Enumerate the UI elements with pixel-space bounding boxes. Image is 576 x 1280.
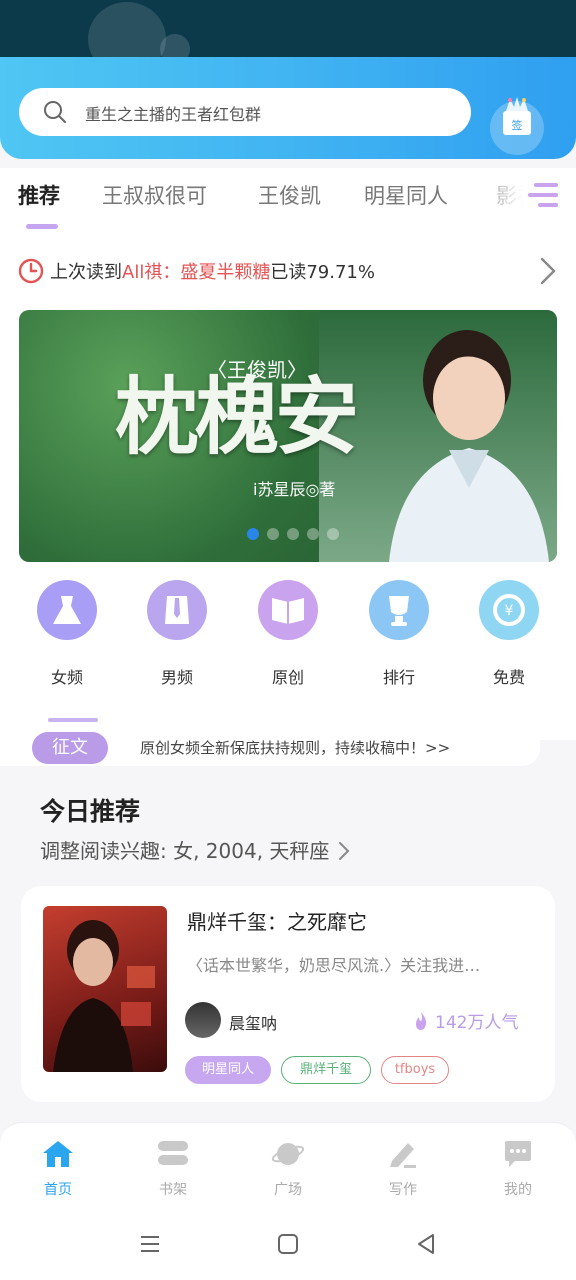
category-label: 男频 (160, 668, 193, 687)
search-placeholder: 重生之主播的王者红包群 (85, 105, 262, 124)
category-ranking[interactable]: 排行 (359, 580, 439, 688)
author-name: 晨玺呐 (229, 1014, 278, 1033)
dress-icon (37, 580, 97, 640)
sign-in-label: 签 (512, 118, 523, 132)
book-tag[interactable]: tfboys (381, 1056, 449, 1084)
book-cover (43, 906, 167, 1072)
category-label: 女频 (50, 668, 83, 687)
book-card[interactable]: 鼎烊千玺：之死靡它 〈话本世繁华，奶思尽风流.〉关注我进… 晨玺呐 142万人气… (21, 886, 555, 1102)
nav-label: 我的 (504, 1182, 532, 1198)
trophy-icon (369, 580, 429, 640)
tab-celebrity-fanfic[interactable]: 明星同人 (364, 180, 448, 210)
search-input[interactable]: 重生之主播的王者红包群 (19, 88, 471, 136)
nav-label: 广场 (274, 1182, 302, 1198)
svg-text:¥: ¥ (505, 603, 514, 619)
chevron-right-icon (540, 257, 556, 285)
carousel-dot[interactable] (267, 528, 279, 540)
announcement-badge: 征文 (32, 732, 108, 764)
section-title: 今日推荐 (40, 797, 141, 826)
category-label: 免费 (492, 668, 525, 687)
shirt-icon (147, 580, 207, 640)
category-label: 原创 (271, 668, 304, 687)
carousel-dot[interactable] (247, 528, 259, 540)
tab-recommend[interactable]: 推荐 (18, 180, 60, 210)
book-title: 鼎烊千玺：之死靡它 (187, 910, 367, 934)
avatar (185, 1002, 221, 1038)
gift-icon: 签 (503, 97, 531, 135)
announcement-bar[interactable]: 征文 原创女频全新保底扶持规则，持续收稿中！>> (0, 718, 540, 766)
clock-icon (18, 258, 44, 284)
category-free[interactable]: ¥ 免费 (469, 580, 549, 688)
nav-label: 书架 (159, 1182, 187, 1198)
popularity-count: 142万人气 (435, 1013, 519, 1033)
promo-banner[interactable]: 〈王俊凯〉 枕槐安 i苏星辰◎著 (19, 310, 557, 562)
system-nav-bar (0, 1210, 576, 1280)
banner-author: i苏星辰◎著 (253, 480, 336, 499)
search-icon (44, 101, 66, 123)
announcement-text: 原创女频全新保底扶持规则，持续收稿中！>> (140, 739, 451, 757)
nav-label: 首页 (44, 1182, 72, 1198)
nav-write[interactable]: 写作 (363, 1139, 443, 1199)
chevron-right-icon (339, 842, 350, 860)
carousel-dot[interactable] (307, 528, 319, 540)
book-tag[interactable]: 明星同人 (185, 1056, 271, 1084)
sign-in-button[interactable]: 签 (490, 97, 544, 155)
tab-fade (470, 168, 576, 238)
nav-plaza[interactable]: 广场 (248, 1139, 328, 1199)
banner-portrait (389, 330, 549, 562)
last-read-progress: 已读79.71% (270, 262, 375, 283)
tab-wang-junkai[interactable]: 王俊凯 (258, 180, 321, 210)
bookshelf-icon (158, 1141, 188, 1165)
home-icon (43, 1141, 73, 1167)
nav-bookshelf[interactable]: 书架 (133, 1139, 213, 1199)
nav-profile[interactable]: 我的 (478, 1139, 558, 1199)
category-label: 排行 (382, 668, 415, 687)
category-female[interactable]: 女频 (27, 580, 107, 688)
pencil-icon (390, 1143, 416, 1168)
active-tab-indicator (26, 224, 58, 229)
last-read-text: 上次读到All祺：盛夏半颗糖已读79.71% (50, 258, 375, 284)
planet-icon (271, 1143, 305, 1165)
banner-section: 〈王俊凯〉 枕槐安 i苏星辰◎著 (0, 302, 576, 572)
book-tag[interactable]: 鼎烊千玺 (281, 1056, 371, 1084)
reading-preference-link[interactable]: 调整阅读兴趣: 女, 2004, 天秤座 (40, 835, 351, 864)
nav-label: 写作 (389, 1182, 417, 1198)
flame-icon (416, 1012, 427, 1030)
coin-icon: ¥ (479, 580, 539, 640)
popularity: 142万人气 (413, 1008, 518, 1033)
carousel-indicator (247, 528, 339, 540)
home-button-icon[interactable] (276, 1232, 300, 1256)
last-read-bar[interactable]: 上次读到All祺：盛夏半颗糖已读79.71% (0, 238, 576, 302)
back-icon[interactable] (414, 1232, 438, 1256)
bottom-nav: 首页 书架 广场 写作 我的 (0, 1122, 576, 1210)
nav-home[interactable]: 首页 (18, 1139, 98, 1199)
status-bar (0, 0, 576, 76)
tab-uncle-wang[interactable]: 王叔叔很可 (102, 180, 207, 210)
category-tabs: 推荐 王叔叔很可 王俊凯 明星同人 影视 (0, 168, 576, 238)
book-icon (258, 580, 318, 640)
recent-apps-icon[interactable] (138, 1232, 162, 1256)
category-male[interactable]: 男频 (137, 580, 217, 688)
last-read-book: All祺：盛夏半颗糖 (122, 262, 271, 283)
chat-icon (505, 1141, 531, 1167)
last-read-prefix: 上次读到 (50, 262, 122, 283)
carousel-dot[interactable] (327, 528, 339, 540)
menu-icon[interactable] (528, 181, 560, 209)
reading-preference-text: 调整阅读兴趣: 女, 2004, 天秤座 (40, 839, 330, 863)
carousel-dot[interactable] (287, 528, 299, 540)
header: 重生之主播的王者红包群 签 (0, 57, 576, 159)
banner-title: 枕槐安 (115, 367, 359, 466)
category-original[interactable]: 原创 (248, 580, 328, 688)
category-grid: 女频 男频 原创 排行 ¥ 免费 (0, 572, 576, 740)
divider (48, 718, 98, 722)
book-description: 〈话本世繁华，奶思尽风流.〉关注我进… (187, 956, 481, 975)
